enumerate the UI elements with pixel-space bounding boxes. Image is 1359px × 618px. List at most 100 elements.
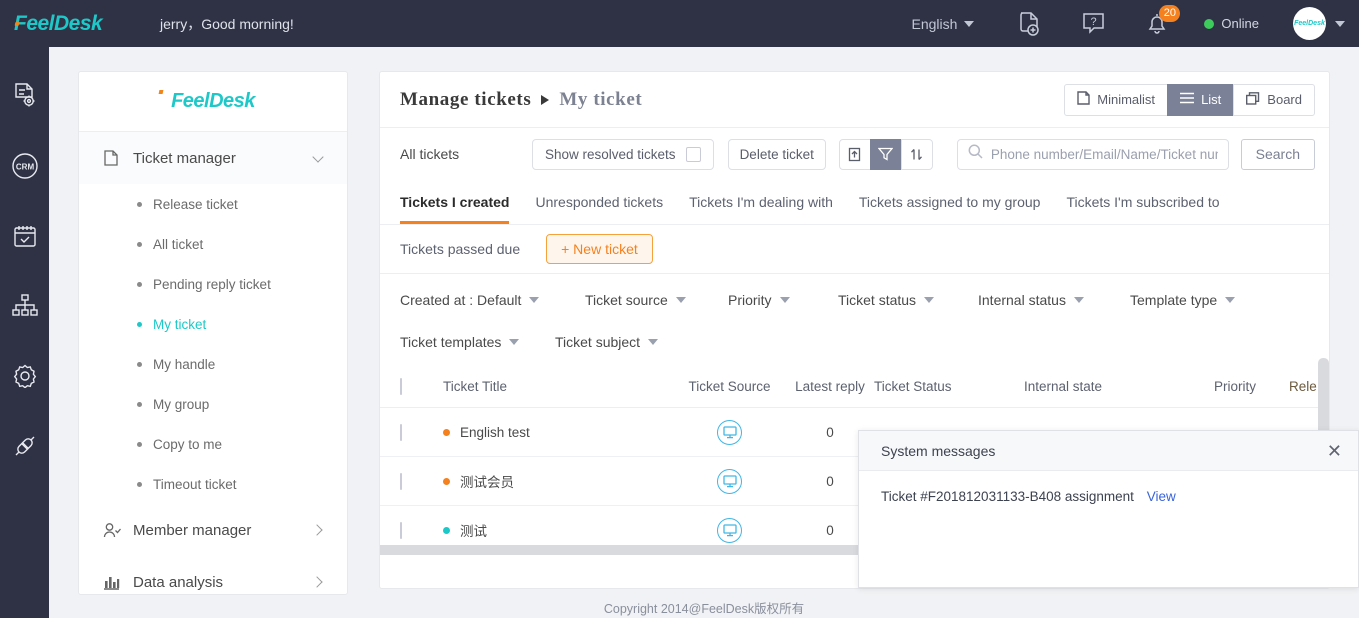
close-icon[interactable]: ✕ <box>1327 442 1342 460</box>
search-button[interactable]: Search <box>1240 138 1315 170</box>
gear-icon <box>13 364 37 393</box>
org-chart-icon <box>11 293 38 323</box>
tab-unresponded-tickets[interactable]: Unresponded tickets <box>535 180 663 224</box>
sidebar-group-ticket-manager[interactable]: Ticket manager <box>79 132 347 184</box>
page-header: Manage tickets My ticket Minimalist List <box>380 72 1329 128</box>
rail-item-ticket-settings[interactable] <box>0 63 49 133</box>
sidebar: FeelDesk Ticket manager Release ticket A… <box>78 71 348 595</box>
view-toggle-minimalist[interactable]: Minimalist <box>1064 83 1169 116</box>
filter-ticket-status[interactable]: Ticket status <box>838 284 978 316</box>
bullet-icon <box>137 441 142 447</box>
ticket-title-text: 测试 <box>460 524 487 539</box>
row-checkbox[interactable] <box>400 521 402 539</box>
ticket-tabs-row2: Tickets passed due + New ticket <box>380 225 1329 273</box>
bullet-icon <box>137 201 142 207</box>
rail-item-org-chart[interactable] <box>0 273 49 343</box>
column-ticket-title[interactable]: Ticket Title <box>443 379 673 394</box>
select-all-checkbox[interactable] <box>400 378 402 395</box>
filter-created-at[interactable]: Created at : Default <box>400 284 585 316</box>
chevron-right-icon <box>313 576 325 588</box>
filter-template-type[interactable]: Template type <box>1130 284 1280 316</box>
column-priority[interactable]: Priority <box>1214 379 1289 394</box>
row-checkbox[interactable] <box>400 423 402 441</box>
tab-tickets-passed-due[interactable]: Tickets passed due <box>400 227 520 271</box>
language-label: English <box>911 15 958 32</box>
view-toggle: Minimalist List Board <box>1064 83 1315 116</box>
icon-rail: CRM <box>0 47 49 618</box>
bullet-icon <box>137 321 142 327</box>
delete-ticket-button[interactable]: Delete ticket <box>727 138 826 170</box>
bell-icon[interactable]: 20 <box>1140 4 1181 41</box>
column-latest-reply[interactable]: Latest reply <box>786 379 874 394</box>
sidebar-item-timeout-ticket[interactable]: Timeout ticket <box>79 464 347 504</box>
chevron-right-icon <box>313 524 325 536</box>
sidebar-item-release-ticket[interactable]: Release ticket <box>79 184 347 224</box>
app-logo[interactable]: FeelDesk <box>0 12 150 36</box>
sidebar-item-my-ticket[interactable]: My ticket <box>79 304 347 344</box>
filter-label: Ticket source <box>585 292 668 308</box>
sidebar-item-label: Copy to me <box>153 436 223 452</box>
rail-item-calendar[interactable] <box>0 203 49 273</box>
sidebar-item-all-ticket[interactable]: All ticket <box>79 224 347 264</box>
chevron-down-icon <box>779 297 790 303</box>
online-status[interactable]: Online <box>1204 16 1259 31</box>
breadcrumb-root[interactable]: Manage tickets <box>400 89 531 111</box>
tab-tickets-im-subscribed-to[interactable]: Tickets I'm subscribed to <box>1066 180 1219 224</box>
language-selector[interactable]: English <box>912 16 975 32</box>
tab-tickets-assigned-to-my-group[interactable]: Tickets assigned to my group <box>859 180 1041 224</box>
view-message-link[interactable]: View <box>1147 489 1176 504</box>
show-resolved-checkbox[interactable] <box>685 146 701 162</box>
rail-item-integrations[interactable] <box>0 413 49 483</box>
sidebar-item-copy-to-me[interactable]: Copy to me <box>79 424 347 464</box>
sidebar-item-pending-reply-ticket[interactable]: Pending reply ticket <box>79 264 347 304</box>
sidebar-group-data-analysis[interactable]: Data analysis <box>79 556 347 594</box>
ticket-settings-icon <box>13 82 37 114</box>
column-internal-state[interactable]: Internal state <box>1024 379 1214 394</box>
sidebar-item-label: Pending reply ticket <box>153 276 271 292</box>
breadcrumb-leaf: My ticket <box>559 88 643 110</box>
sidebar-group-label: Member manager <box>133 521 252 539</box>
column-ticket-status[interactable]: Ticket Status <box>874 379 1024 394</box>
filter-ticket-templates[interactable]: Ticket templates <box>400 326 555 358</box>
view-toggle-board[interactable]: Board <box>1233 83 1315 116</box>
filter-priority[interactable]: Priority <box>728 284 838 316</box>
plug-connect-icon <box>12 433 38 464</box>
sidebar-group-member-manager[interactable]: Member manager <box>79 504 347 556</box>
cell-ticket-title[interactable]: English test <box>443 425 673 440</box>
cell-ticket-title[interactable]: 测试 <box>443 520 673 540</box>
row-select-cell <box>400 423 443 441</box>
export-icon[interactable] <box>838 138 871 170</box>
new-ticket-button[interactable]: + New ticket <box>546 234 653 264</box>
search-input[interactable] <box>990 146 1218 162</box>
ticket-tabs: Tickets I created Unresponded tickets Ti… <box>380 180 1329 225</box>
system-message-text: Ticket #F201812031133-B408 assignment <box>881 489 1134 504</box>
sidebar-item-my-handle[interactable]: My handle <box>79 344 347 384</box>
filter-label: Internal status <box>978 292 1066 308</box>
users-icon <box>103 522 121 539</box>
chevron-down-icon <box>675 297 686 303</box>
filter-ticket-source[interactable]: Ticket source <box>585 284 728 316</box>
logo-accent-dot <box>14 21 20 26</box>
online-label: Online <box>1221 16 1259 31</box>
tab-tickets-i-created[interactable]: Tickets I created <box>400 180 510 224</box>
row-checkbox[interactable] <box>400 472 402 490</box>
filter-ticket-subject[interactable]: Ticket subject <box>555 326 695 358</box>
rail-item-settings[interactable] <box>0 343 49 413</box>
bullet-icon <box>137 361 142 367</box>
tab-tickets-im-dealing-with[interactable]: Tickets I'm dealing with <box>689 180 833 224</box>
show-resolved-toggle[interactable]: Show resolved tickets <box>532 138 714 170</box>
sidebar-group-label: Data analysis <box>133 573 224 591</box>
view-toggle-list[interactable]: List <box>1167 83 1235 116</box>
new-document-icon[interactable] <box>1012 7 1046 41</box>
help-icon[interactable]: ? <box>1076 7 1110 41</box>
cell-ticket-title[interactable]: 测试会员 <box>443 471 673 491</box>
sort-icon[interactable] <box>900 138 933 170</box>
rail-item-crm[interactable]: CRM <box>0 133 49 203</box>
sidebar-item-my-group[interactable]: My group <box>79 384 347 424</box>
chevron-down-icon <box>924 297 935 303</box>
filter-internal-status[interactable]: Internal status <box>978 284 1130 316</box>
filter-icon[interactable] <box>869 138 902 170</box>
search-box[interactable] <box>956 138 1229 170</box>
user-menu[interactable]: FeelDesk <box>1293 7 1345 40</box>
column-ticket-source[interactable]: Ticket Source <box>673 379 786 394</box>
